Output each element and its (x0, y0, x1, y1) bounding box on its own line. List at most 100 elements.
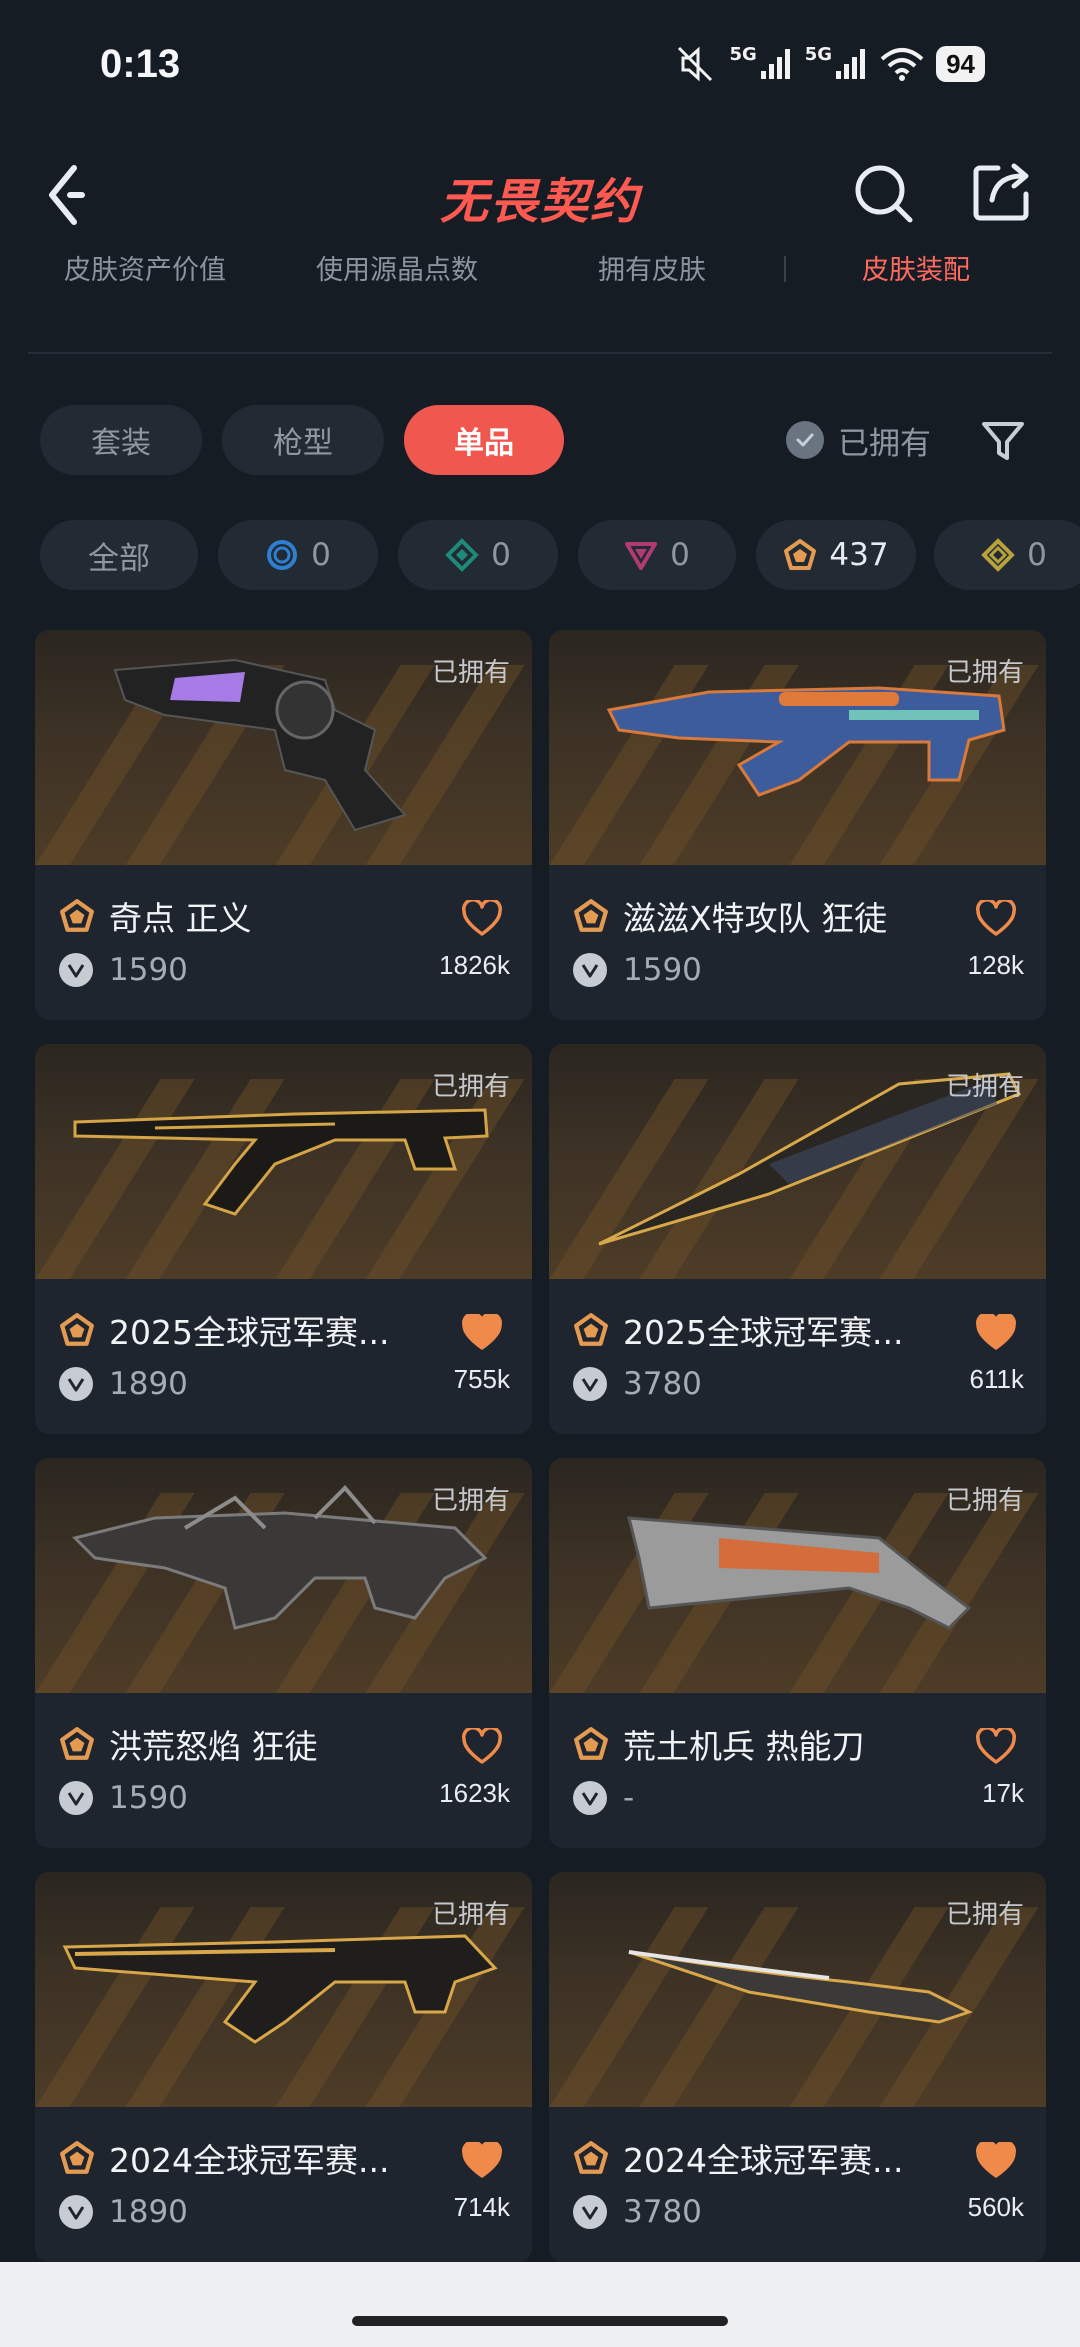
skin-card[interactable]: 已拥有 奇点 正义 1590 1826k (35, 630, 532, 1020)
skin-card[interactable]: 已拥有 2025全球冠军赛... 3780 611k (549, 1044, 1046, 1434)
skin-name: 洪荒怒焰 狂徒 (109, 1727, 318, 1766)
heart-icon[interactable] (462, 1728, 502, 1766)
filter-icon[interactable] (980, 418, 1026, 464)
skin-likes: 1623k (439, 1778, 510, 1808)
check-icon (786, 421, 824, 459)
search-icon[interactable] (852, 162, 914, 224)
tier-chip-count: 0 (491, 537, 511, 573)
owned-toggle-label: 已拥有 (838, 425, 931, 462)
skin-name: 2025全球冠军赛... (623, 1313, 904, 1352)
heart-icon[interactable] (976, 1314, 1016, 1352)
skin-price: 1590 (109, 1780, 188, 1816)
owned-badge: 已拥有 (431, 1072, 510, 1102)
type-filter-single[interactable]: 单品 (404, 405, 564, 475)
tier-chip-premium[interactable]: 0 (578, 520, 736, 590)
tier-exclusive-icon (574, 2141, 608, 2174)
skin-price: 1890 (109, 1366, 188, 1402)
tier-chip-exclusive[interactable]: 437 (756, 520, 916, 590)
bottom-bar (0, 2262, 1080, 2347)
tier-chip-all[interactable]: 全部 (40, 520, 198, 590)
skin-likes: 755k (453, 1364, 510, 1394)
vp-currency-icon (573, 2195, 607, 2229)
type-filter-bundle[interactable]: 套装 (40, 405, 202, 475)
skin-price-row: 3780 (573, 1362, 702, 1406)
heart-icon[interactable] (976, 2142, 1016, 2180)
skin-price-row: 1590 (59, 948, 188, 992)
skin-price: - (623, 1780, 635, 1816)
tier-chip-count: 437 (829, 537, 889, 573)
type-filter-weapon[interactable]: 枪型 (222, 405, 384, 475)
vp-currency-icon (59, 953, 93, 987)
vp-currency-icon (59, 1367, 93, 1401)
skin-name-row: 2024全球冠军赛... (59, 2134, 508, 2182)
skin-card[interactable]: 已拥有 2024全球冠军赛... 3780 560k (549, 1872, 1046, 2262)
tier-filter-row: 全部 0 0 0 437 0 (0, 520, 1080, 592)
signal-icon (760, 49, 790, 79)
subnav-points-used[interactable]: 使用源晶点数 (316, 248, 478, 287)
status-icons: 5G 5G 94 (673, 44, 985, 84)
wifi-icon (880, 48, 924, 81)
skin-card[interactable]: 已拥有 2024全球冠军赛... 1890 714k (35, 1872, 532, 2262)
tier-chip-count: 0 (311, 537, 331, 573)
skin-image: 已拥有 (35, 630, 532, 865)
skin-name-row: 2025全球冠军赛... (573, 1306, 1022, 1354)
skin-image: 已拥有 (35, 1458, 532, 1693)
divider (28, 352, 1052, 354)
skin-likes: 611k (969, 1364, 1024, 1394)
tier-exclusive-icon (784, 539, 817, 570)
heart-icon[interactable] (976, 900, 1016, 938)
status-time: 0:13 (100, 42, 181, 86)
heart-icon[interactable] (462, 2142, 502, 2180)
tier-exclusive-icon (60, 899, 94, 932)
skin-card[interactable]: 已拥有 洪荒怒焰 狂徒 1590 1623k (35, 1458, 532, 1848)
network-label-1: 5G (729, 43, 757, 65)
tier-exclusive-icon (60, 1313, 94, 1346)
subnav-owned-skins[interactable]: 拥有皮肤 (598, 248, 706, 287)
battery-indicator: 94 (936, 46, 985, 82)
subnav: 皮肤资产价值 使用源晶点数 拥有皮肤 皮肤装配 (0, 248, 1080, 308)
vp-currency-icon (573, 1781, 607, 1815)
skin-card[interactable]: 已拥有 荒土机兵 热能刀 - 17k (549, 1458, 1046, 1848)
subnav-asset-value[interactable]: 皮肤资产价值 (64, 248, 226, 287)
skin-image: 已拥有 (549, 630, 1046, 865)
app-title: 无畏契约 (439, 174, 640, 230)
skin-name: 奇点 正义 (109, 899, 252, 938)
owned-badge: 已拥有 (431, 658, 510, 688)
skin-price: 1590 (109, 952, 188, 988)
skin-image: 已拥有 (35, 1872, 532, 2107)
owned-badge: 已拥有 (945, 1900, 1024, 1930)
tier-chip-ultra[interactable]: 0 (934, 520, 1080, 590)
skin-price-row: 1890 (59, 2190, 188, 2234)
skin-name-row: 滋滋Ⅹ特攻队 狂徒 (573, 892, 1022, 940)
heart-icon[interactable] (976, 1728, 1016, 1766)
tier-exclusive-icon (574, 899, 608, 932)
tier-chip-count: 0 (670, 537, 690, 573)
skin-price: 3780 (623, 2194, 702, 2230)
home-indicator[interactable] (352, 2316, 728, 2326)
skin-image: 已拥有 (549, 1872, 1046, 2107)
tier-chip-select[interactable]: 0 (218, 520, 378, 590)
tier-deluxe-icon (445, 538, 479, 572)
skin-card[interactable]: 已拥有 滋滋Ⅹ特攻队 狂徒 1590 128k (549, 630, 1046, 1020)
tier-select-icon (267, 540, 298, 570)
heart-icon[interactable] (462, 1314, 502, 1352)
skin-price-row: - (573, 1776, 634, 1820)
skin-likes: 17k (982, 1778, 1024, 1808)
signal-icon (836, 49, 866, 79)
skin-price-row: 3780 (573, 2190, 702, 2234)
vp-currency-icon (59, 2195, 93, 2229)
skin-card[interactable]: 已拥有 2025全球冠军赛... 1890 755k (35, 1044, 532, 1434)
heart-icon[interactable] (462, 900, 502, 938)
tier-ultra-icon (981, 538, 1015, 572)
owned-toggle[interactable]: 已拥有 (786, 418, 931, 462)
skin-name-row: 荒土机兵 热能刀 (573, 1720, 1022, 1768)
subnav-loadout[interactable]: 皮肤装配 (862, 248, 970, 287)
share-icon[interactable] (972, 162, 1032, 222)
skin-image: 已拥有 (549, 1458, 1046, 1693)
skin-name-row: 洪荒怒焰 狂徒 (59, 1720, 508, 1768)
tier-chip-label: 全部 (88, 540, 150, 577)
skin-likes: 128k (967, 950, 1024, 980)
subnav-separator (784, 256, 786, 282)
mute-icon (678, 46, 713, 82)
tier-chip-deluxe[interactable]: 0 (398, 520, 558, 590)
